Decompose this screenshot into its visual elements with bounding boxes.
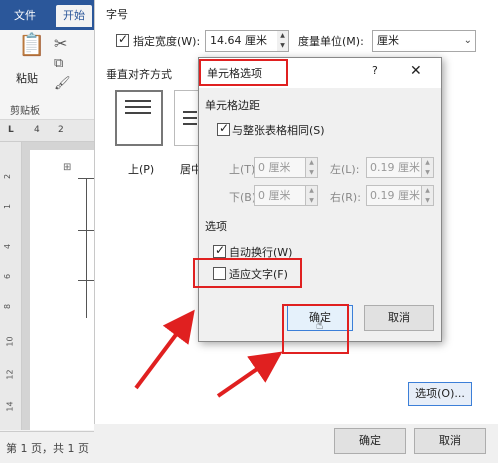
annotation-arrows: [134, 309, 283, 398]
arrow-to-ok-button: [216, 351, 283, 398]
arrow-to-fit-text: [134, 309, 195, 390]
